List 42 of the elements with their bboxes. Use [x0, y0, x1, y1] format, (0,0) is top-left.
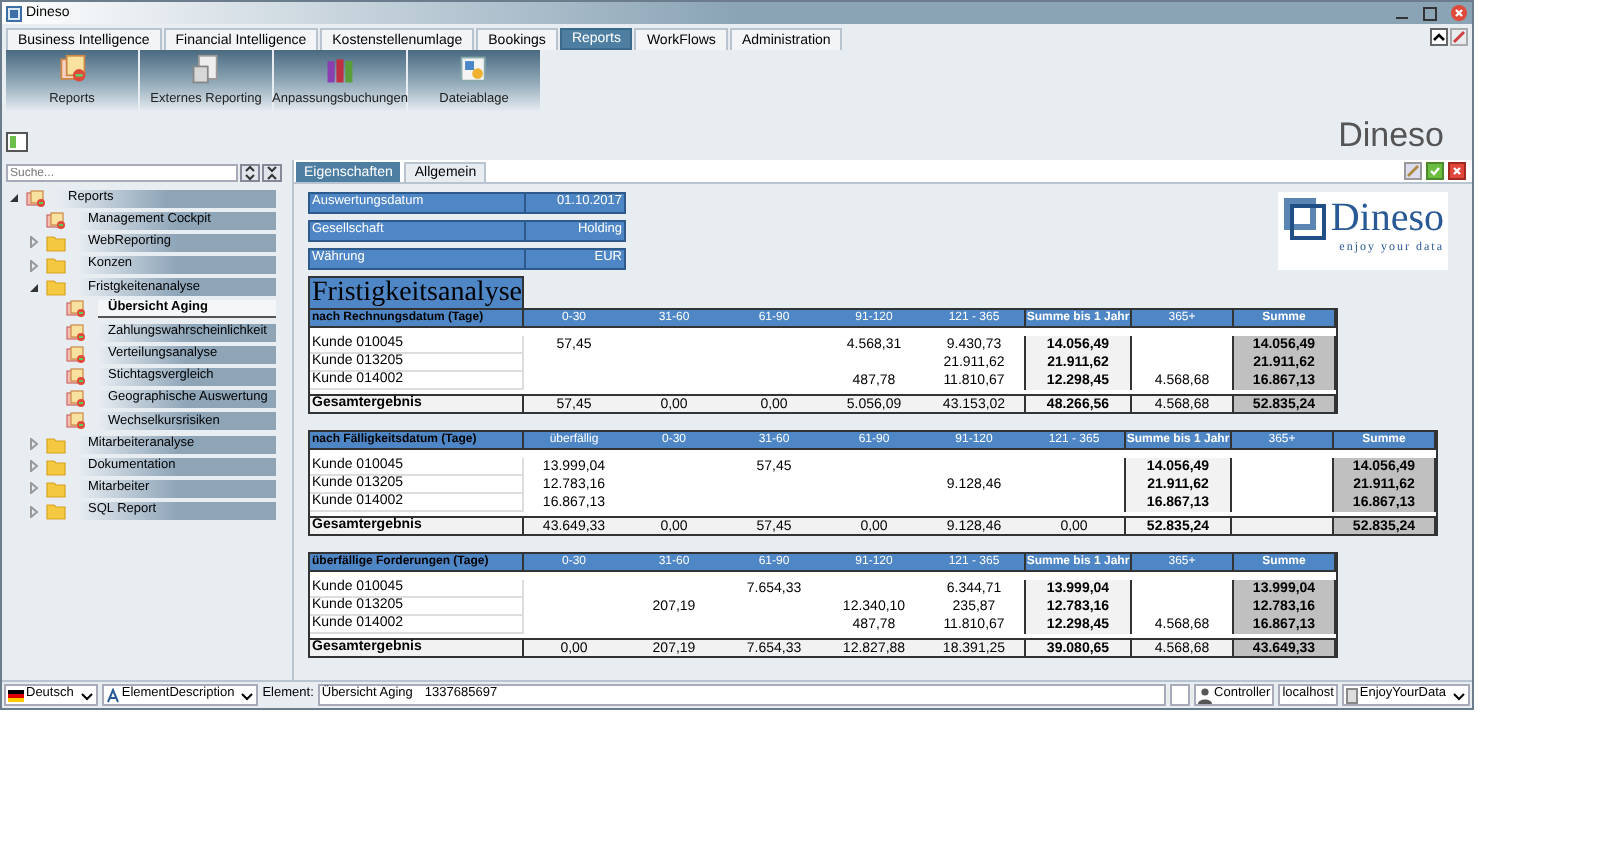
- report-icon: [66, 412, 86, 431]
- flag-icon: [8, 689, 24, 701]
- document-icon: [190, 54, 222, 86]
- collapsed-arrow-icon[interactable]: [28, 505, 40, 518]
- report-icon: [66, 368, 86, 386]
- chevron-down-icon: [79, 689, 94, 701]
- user-icon: [1198, 687, 1213, 703]
- collapsed-arrow-icon[interactable]: [28, 438, 40, 451]
- reports-icon: [56, 54, 88, 86]
- report-icon: [46, 211, 66, 230]
- pencil-icon[interactable]: [1450, 28, 1468, 46]
- collapsed-arrow-icon[interactable]: [28, 236, 40, 249]
- close-icon[interactable]: [1450, 4, 1468, 22]
- books-icon: [324, 54, 356, 86]
- image-file-icon: [458, 54, 490, 86]
- report-title: Fristigkeitsanalyse: [308, 276, 524, 308]
- chevron-down-icon: [240, 689, 255, 701]
- blank-field: [1170, 684, 1191, 706]
- report-icon: [66, 300, 86, 319]
- collapsed-arrow-icon[interactable]: [28, 482, 40, 495]
- database-icon: [1345, 687, 1358, 703]
- check-icon[interactable]: [1426, 162, 1444, 180]
- expanded-arrow-icon[interactable]: [28, 281, 40, 294]
- collapse-ribbon-icon[interactable]: [1430, 28, 1448, 46]
- app-icon: [6, 5, 22, 21]
- brand-name: Dineso: [1338, 118, 1444, 152]
- report-icon: [66, 390, 86, 409]
- panel-toggle-icon[interactable]: [6, 132, 28, 152]
- report-icon: [26, 189, 46, 207]
- logo-name: Dineso: [1330, 198, 1444, 238]
- expanded-arrow-icon[interactable]: [8, 192, 20, 204]
- expand-all-icon[interactable]: [240, 164, 260, 182]
- chevron-down-icon: [1452, 689, 1466, 701]
- collapsed-arrow-icon[interactable]: [28, 460, 40, 473]
- report-icon: [66, 345, 86, 364]
- collapsed-arrow-icon[interactable]: [28, 259, 40, 272]
- maximize-icon[interactable]: [1422, 5, 1438, 21]
- text-icon: [105, 687, 120, 703]
- close-icon[interactable]: [1448, 162, 1466, 180]
- collapse-all-icon[interactable]: [262, 164, 282, 182]
- report-icon: [66, 323, 86, 342]
- edit-icon[interactable]: [1404, 162, 1422, 180]
